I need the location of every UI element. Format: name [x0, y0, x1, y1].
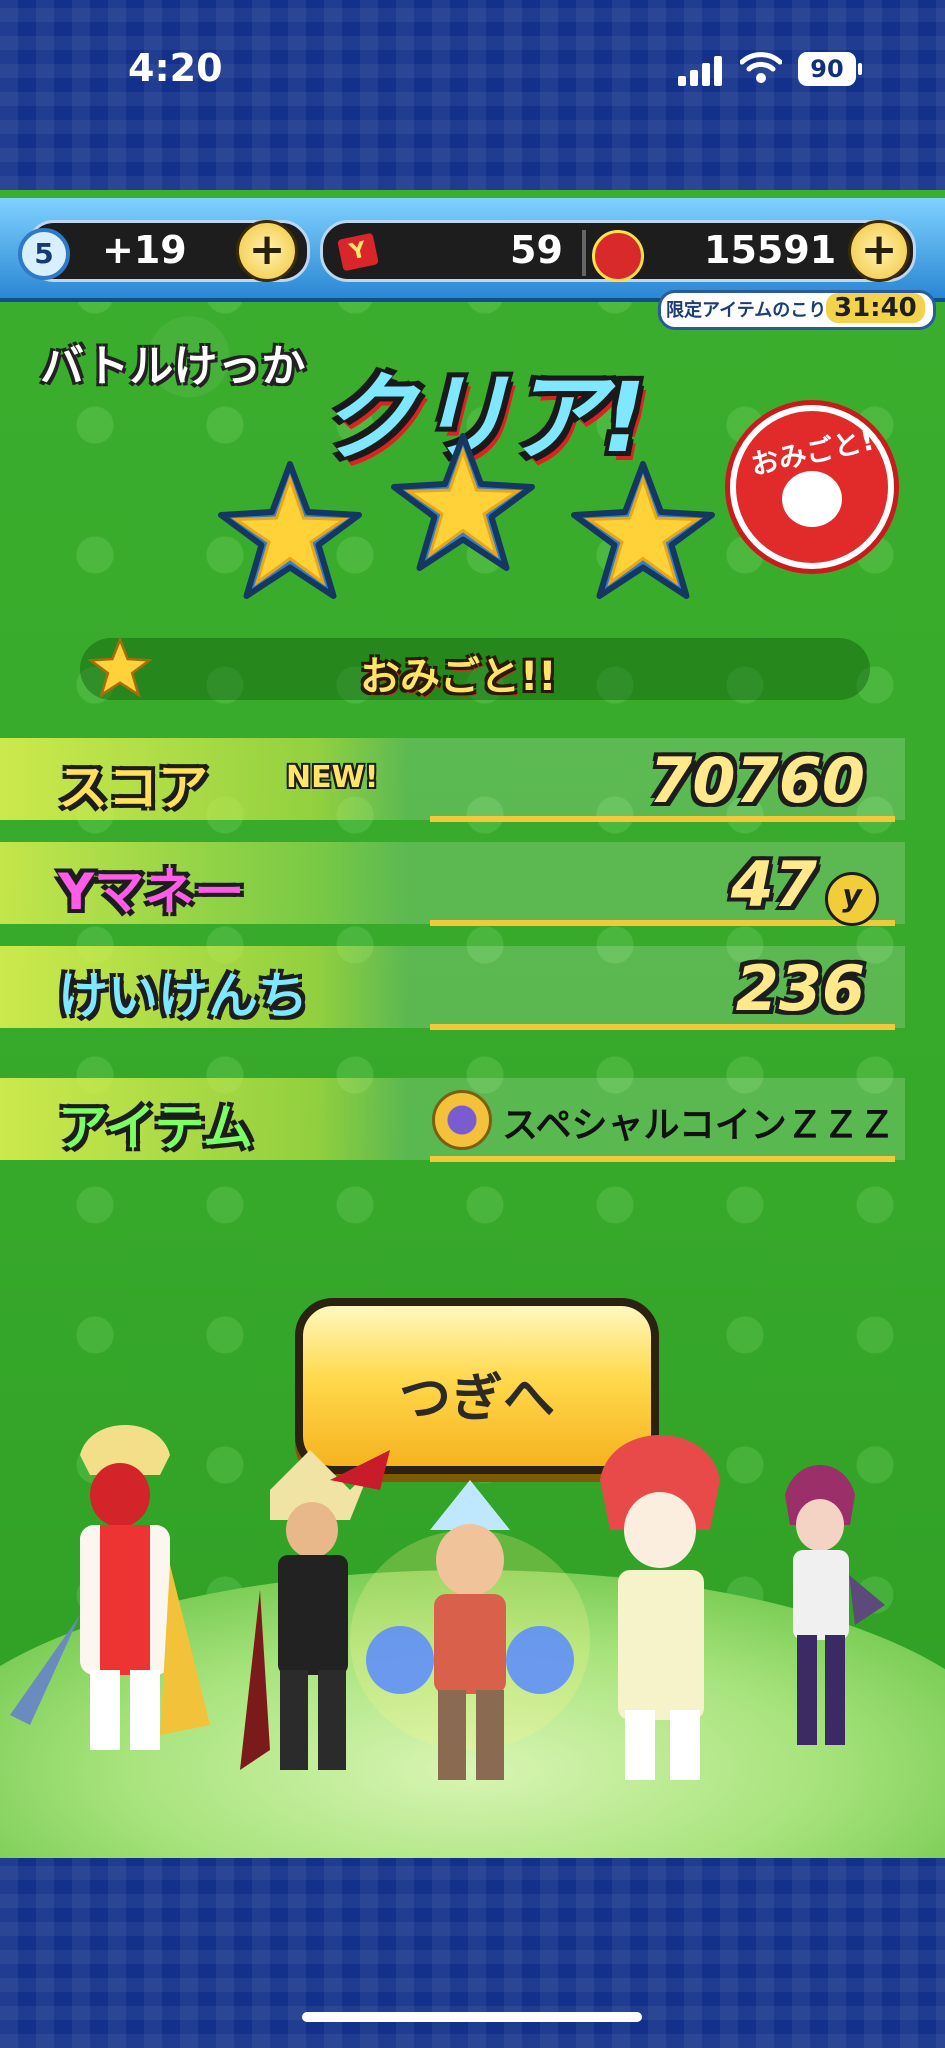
- item-name: スペシャルコインＺＺＺ: [502, 1105, 895, 1146]
- character-red-hair-icon: [600, 1435, 720, 1780]
- medal-face-icon: [782, 471, 842, 527]
- wifi-icon: [740, 52, 782, 83]
- banner-text: おみごと!!: [360, 654, 557, 700]
- ymoney-row: Yマネー 47 y: [0, 842, 945, 926]
- home-indicator[interactable]: [302, 2012, 642, 2022]
- row-underline: [430, 920, 895, 926]
- stamina-level-badge: 5: [18, 228, 70, 280]
- divider: [582, 230, 586, 276]
- score-label: スコア: [58, 759, 208, 817]
- y-ticket-count: 59: [510, 228, 563, 272]
- ymoney-label: Yマネー: [58, 863, 245, 921]
- currency-bar: 5 +19 + Y 59 15591 +: [0, 198, 945, 302]
- add-stamina-button[interactable]: +: [236, 220, 298, 282]
- limited-item-label: 限定アイテムのこり: [666, 300, 827, 321]
- status-bar: 4:20 90: [0, 0, 945, 120]
- character-hero-glowing-icon: [350, 1480, 590, 1780]
- add-money-button[interactable]: +: [848, 220, 910, 282]
- star-icon-2: [391, 433, 535, 571]
- stamina-bonus: +19: [102, 228, 187, 272]
- battle-result-label: バトルけっか: [40, 341, 306, 392]
- signal-icon: [678, 54, 722, 86]
- exp-label: けいけんち: [58, 967, 308, 1025]
- star-icon-1: [218, 461, 362, 599]
- game-screen: 5 +19 + Y 59 15591 + 限定アイテムのこり 31:40 バトル…: [0, 190, 945, 1858]
- y-money-bag-icon: [592, 230, 644, 282]
- status-time: 4:20: [128, 46, 223, 90]
- exp-value: 236: [735, 952, 865, 1025]
- character-red-mask-icon: [10, 1425, 210, 1750]
- score-row: スコア NEW! 70760: [0, 738, 945, 822]
- exp-row: けいけんち 236: [0, 946, 945, 1030]
- ymoney-value: 47: [730, 848, 817, 921]
- special-coin-icon: [432, 1090, 492, 1150]
- row-underline: [430, 1156, 895, 1162]
- limited-item-time: 31:40: [826, 293, 925, 323]
- item-label: アイテム: [58, 1099, 253, 1157]
- battery-indicator: 90: [798, 52, 862, 86]
- star-icon-3: [571, 461, 715, 599]
- omigoto-medal: おみごと!: [730, 405, 894, 569]
- ymoney-unit-badge: y: [825, 872, 879, 926]
- score-value: 70760: [649, 744, 865, 817]
- small-star-icon: [88, 636, 152, 698]
- new-record-badge: NEW!: [286, 760, 379, 795]
- character-pink-girl-icon: [785, 1465, 885, 1745]
- item-row: アイテム スペシャルコインＺＺＺ: [0, 1078, 945, 1162]
- y-money-count: 15591: [704, 228, 837, 272]
